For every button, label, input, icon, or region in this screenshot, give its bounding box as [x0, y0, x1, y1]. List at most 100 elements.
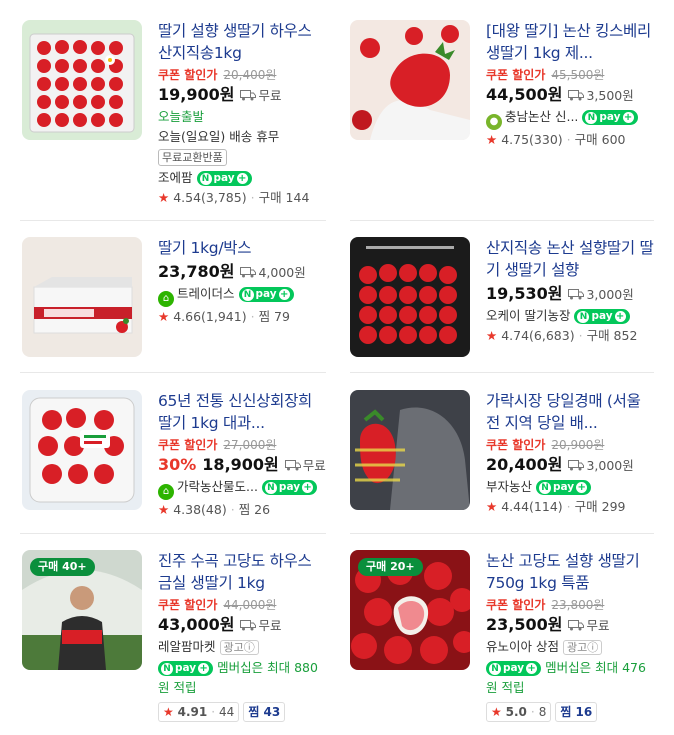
truck-icon: [240, 90, 257, 101]
row-divider: [20, 533, 326, 534]
npay-badge: Npay +: [486, 661, 542, 676]
plus-icon: +: [622, 112, 634, 123]
npay-text: pay: [175, 662, 197, 674]
npay-logo-icon: N: [577, 311, 590, 323]
price: 18,900원: [202, 455, 279, 474]
product-image[interactable]: [350, 390, 470, 510]
shipping-fee: 3,500원: [586, 88, 634, 103]
free-return-tag: 무료교환반품: [158, 149, 227, 166]
delivery-note: 오늘(일요일) 배송 휴무: [158, 129, 280, 144]
strawberry-hand-image: [350, 20, 470, 140]
npay-badge: Npay +: [536, 480, 592, 495]
wishlist-count[interactable]: 찜 16: [555, 702, 598, 722]
product-image[interactable]: [350, 20, 470, 140]
wishlist-count[interactable]: 찜 43: [243, 702, 286, 722]
product-title[interactable]: 진주 수곡 고당도 하우스 금실 생딸기 1kg: [158, 550, 328, 594]
product-image[interactable]: [350, 237, 470, 357]
strawberry-tray-image: [22, 20, 142, 140]
shop-name[interactable]: 레알팜마켓: [158, 639, 216, 654]
product-title[interactable]: 65년 전통 신신상회장희 딸기 1kg 대과...: [158, 390, 328, 434]
truck-icon: [568, 460, 585, 471]
coupon-label: 쿠폰 할인가: [158, 598, 218, 612]
product-title[interactable]: 딸기 1kg/박스: [158, 237, 328, 259]
review-count[interactable]: (6,683): [529, 328, 575, 343]
product-image[interactable]: [22, 390, 142, 510]
npay-text: pay: [503, 662, 525, 674]
npay-text: pay: [213, 172, 235, 184]
npay-logo-icon: N: [264, 482, 277, 494]
rating-box[interactable]: ★ 5.0 · 8: [486, 702, 552, 722]
coupon-label: 쿠폰 할인가: [158, 68, 218, 82]
npay-text: pay: [278, 481, 301, 493]
shop-name[interactable]: 오케이 딸기농장: [486, 308, 570, 323]
npay-text: pay: [553, 481, 575, 493]
shop-name[interactable]: 조에팜: [158, 170, 193, 185]
rating-score: 4.38: [173, 502, 202, 517]
original-price: 44,000원: [223, 598, 277, 612]
ad-label[interactable]: 광고ⓘ: [219, 640, 259, 655]
star-icon: ★: [163, 705, 174, 719]
purchase-count: 구매 144: [258, 190, 310, 205]
star-icon: ★: [158, 309, 170, 324]
npay-badge: Npay +: [574, 309, 630, 324]
npay-text: pay: [255, 288, 277, 300]
npay-logo-icon: N: [539, 482, 552, 494]
shop-name[interactable]: 가락농산물도...: [177, 479, 258, 494]
product-image[interactable]: [22, 237, 142, 357]
row-divider: [350, 533, 654, 534]
product-title[interactable]: 논산 고당도 설향 생딸기 750g 1kg 특품: [486, 550, 656, 594]
apple-icon: ●: [486, 114, 502, 130]
ad-label[interactable]: 광고ⓘ: [562, 640, 603, 655]
row-divider: [20, 372, 326, 373]
purchase-badge: 구매 20+: [358, 558, 423, 576]
review-count[interactable]: (48): [201, 502, 227, 517]
rating-box[interactable]: ★ 4.91 · 44: [158, 702, 240, 722]
shop-name[interactable]: 트레이더스: [177, 286, 235, 301]
price: 20,400원: [486, 455, 563, 474]
purchase-badge: 구매 40+: [30, 558, 95, 576]
shop-name[interactable]: 부자농산: [486, 479, 532, 494]
review-count[interactable]: (3,785): [201, 190, 247, 205]
store-icon: ⌂: [158, 484, 174, 500]
coupon-label: 쿠폰 할인가: [486, 68, 546, 82]
shop-name[interactable]: 충남논산 신...: [505, 109, 578, 124]
npay-logo-icon: N: [241, 289, 254, 301]
truck-icon: [284, 460, 301, 471]
product-title[interactable]: 딸기 설향 생딸기 하우스 산지직송1kg: [158, 20, 328, 64]
star-icon: ★: [486, 499, 498, 514]
product-image[interactable]: 구매 20+: [350, 550, 470, 670]
strawberry-glove-image: [350, 390, 470, 510]
product-title[interactable]: 산지직송 논산 설향딸기 딸기 생딸기 설향: [486, 237, 656, 281]
shop-name[interactable]: 유노이아 상점: [486, 639, 559, 654]
plus-icon: +: [278, 289, 290, 300]
original-price: 23,800원: [551, 598, 605, 612]
price: 19,900원: [158, 85, 235, 104]
shipping-fee: 무료: [258, 618, 282, 633]
coupon-label: 쿠폰 할인가: [486, 438, 546, 452]
product-title[interactable]: [대왕 딸기] 논산 킹스베리 생딸기 1kg 제...: [486, 20, 656, 64]
product-image[interactable]: [22, 20, 142, 140]
truck-icon: [240, 620, 257, 631]
product-image[interactable]: 구매 40+: [22, 550, 142, 670]
price: 43,000원: [158, 615, 235, 634]
product-title[interactable]: 가락시장 당일경매 (서울 전 지역 당일 배...: [486, 390, 656, 434]
original-price: 45,500원: [551, 68, 605, 82]
rating-score: 4.75: [501, 132, 530, 147]
price: 23,780원: [158, 262, 235, 281]
shipping-fee: 무료: [302, 458, 326, 473]
npay-badge: Npay +: [261, 480, 318, 495]
npay-badge: Npay +: [238, 287, 294, 302]
review-count[interactable]: (330): [529, 132, 563, 147]
star-icon: ★: [486, 328, 498, 343]
discount-rate: 30%: [158, 455, 197, 474]
rating-score: 4.66: [173, 309, 202, 324]
purchase-count: 구매 299: [574, 499, 626, 514]
review-count[interactable]: (1,941): [201, 309, 247, 324]
strawberry-pack-image: [22, 390, 142, 510]
review-count[interactable]: (114): [529, 499, 563, 514]
same-day-ship: 오늘출발: [158, 109, 205, 124]
truck-icon: [568, 620, 585, 631]
price: 19,530원: [486, 284, 563, 303]
npay-logo-icon: N: [199, 173, 212, 185]
rating-score: 4.54: [173, 190, 202, 205]
